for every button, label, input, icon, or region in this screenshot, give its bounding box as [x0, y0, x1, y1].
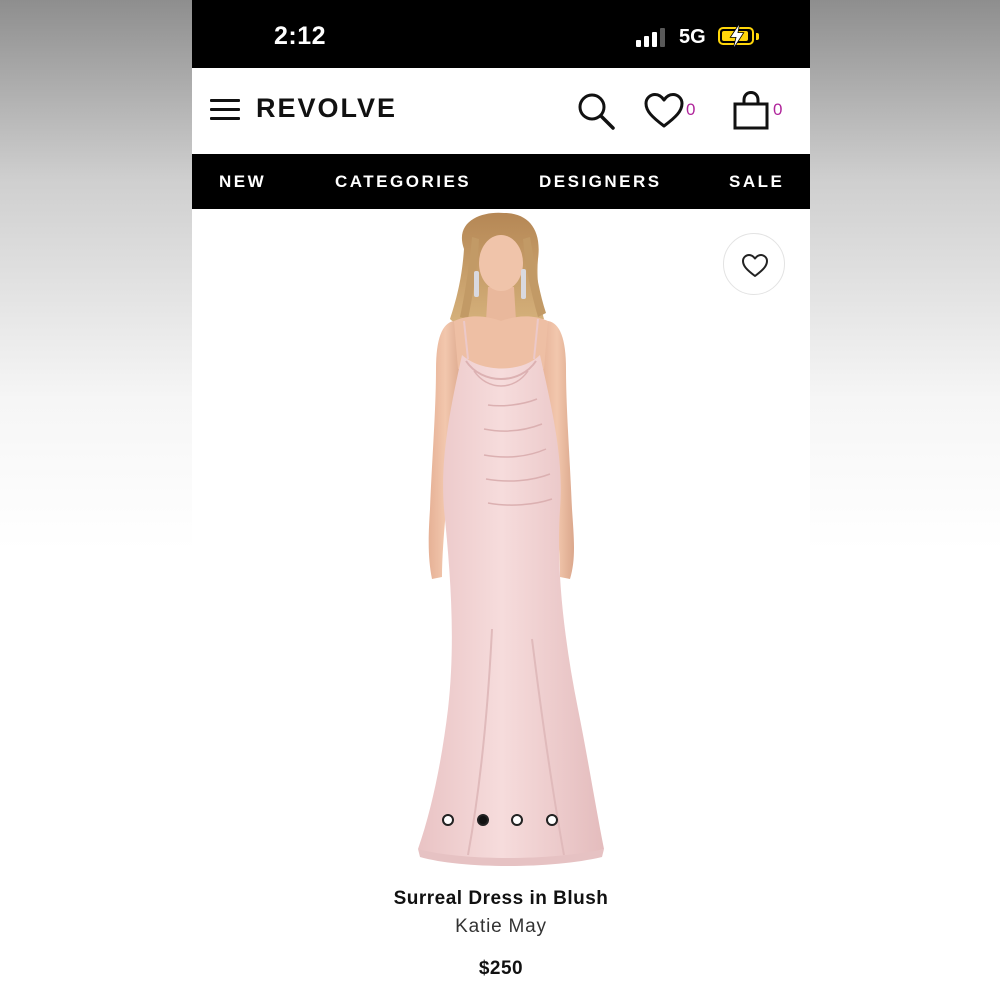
heart-outline-icon	[742, 254, 768, 277]
gallery-dot[interactable]	[546, 814, 558, 826]
gallery-dot[interactable]	[511, 814, 523, 826]
search-icon[interactable]	[576, 91, 616, 131]
nav-item-new[interactable]: NEW	[219, 172, 266, 192]
status-time: 2:12	[274, 22, 327, 50]
add-to-wishlist-button[interactable]	[723, 233, 785, 295]
bag-count: 0	[773, 100, 783, 119]
gallery-dot-active[interactable]	[477, 814, 489, 826]
phone-screen: 2:12 5G REVOLVE 0 0 NEW CATEGORIES DESIG…	[192, 0, 810, 1000]
gallery-dot[interactable]	[442, 814, 454, 826]
product-photo	[418, 212, 604, 866]
gallery-pagination	[192, 814, 810, 830]
menu-icon[interactable]	[210, 99, 240, 121]
category-nav: NEW CATEGORIES DESIGNERS SALE	[192, 154, 810, 209]
product-price: $250	[478, 958, 524, 979]
heart-icon[interactable]	[644, 92, 684, 130]
nav-item-sale[interactable]: SALE	[729, 172, 784, 192]
nav-item-designers[interactable]: DESIGNERS	[539, 172, 662, 192]
product-image-gallery[interactable]	[192, 209, 810, 877]
nav-item-categories[interactable]: CATEGORIES	[335, 172, 471, 192]
site-header: REVOLVE 0 0	[192, 68, 810, 154]
product-name[interactable]: Surreal Dress in Blush	[192, 888, 810, 910]
logo[interactable]: REVOLVE	[256, 93, 397, 124]
status-bar: 2:12 5G	[192, 0, 810, 68]
product-brand[interactable]: Katie May	[192, 916, 810, 938]
shopping-bag-icon[interactable]	[732, 90, 770, 130]
cellular-signal-icon	[636, 27, 668, 47]
network-type: 5G	[679, 26, 706, 48]
wishlist-count: 0	[686, 100, 696, 119]
charging-bolt-icon	[729, 24, 745, 48]
battery-cap	[756, 33, 759, 40]
